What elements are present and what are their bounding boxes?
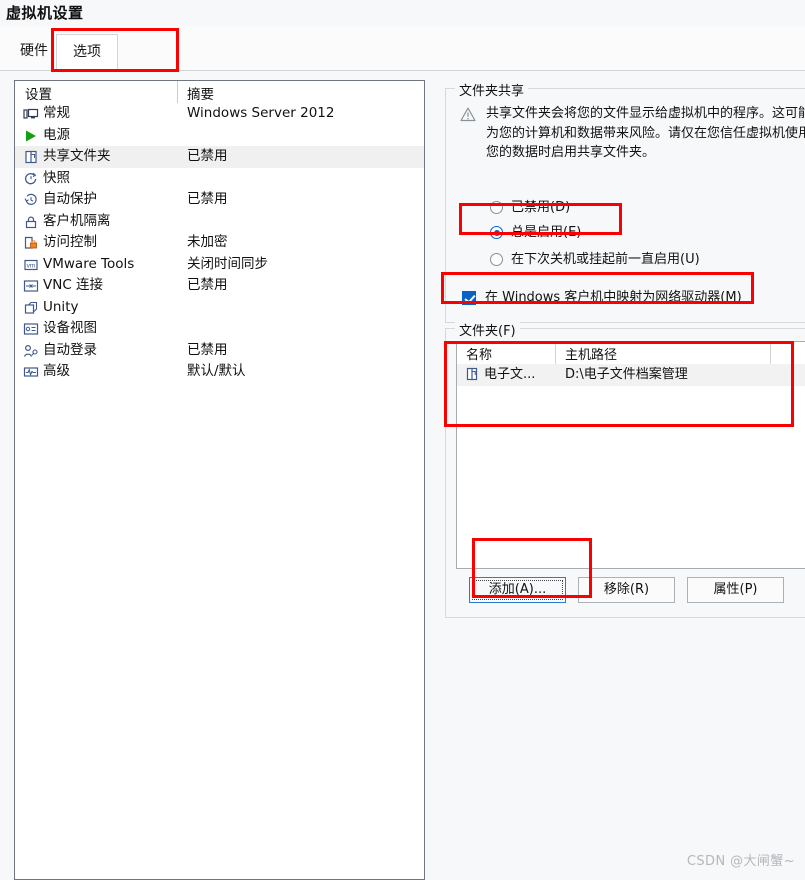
sharing-warning-text: 共享文件夹会将您的文件显示给虚拟机中的程序。这可能为您的计算机和数据带来风险。请… — [486, 106, 805, 160]
settings-row-label: 常规 — [43, 105, 70, 121]
settings-row-advanced[interactable]: 高级 默认/默认 — [15, 361, 424, 383]
auto-login-icon — [23, 343, 39, 359]
clock-icon — [23, 192, 39, 208]
access-lock-icon — [23, 235, 39, 251]
column-header-setting: 设置 — [25, 87, 52, 103]
folders-col-divider-1 — [555, 343, 556, 364]
vm-tools-icon: vm — [23, 257, 39, 273]
svg-text:vm: vm — [27, 262, 36, 269]
properties-button[interactable]: 属性(P) — [687, 577, 784, 603]
warning-triangle-icon — [460, 107, 476, 122]
settings-row-label: 客户机隔离 — [43, 212, 111, 229]
settings-row-label: 电源 — [43, 126, 70, 143]
advanced-icon — [23, 364, 39, 380]
play-icon — [23, 128, 39, 144]
radio-label: 总是启用(E) — [511, 225, 582, 240]
monitor-icon — [23, 106, 39, 122]
radio-indicator — [490, 201, 503, 214]
settings-row-summary: 已禁用 — [187, 148, 228, 164]
settings-row-label: 自动登录 — [43, 341, 97, 358]
options-detail-pane: 文件夹共享 共享文件夹会将您的文件显示给虚拟机中的程序。这可能为您的计算机和数据… — [440, 78, 805, 638]
folders-table[interactable]: 名称 主机路径 电子文... D:\电子文件档案管理 — [456, 341, 805, 569]
settings-row-unity[interactable]: Unity — [15, 297, 424, 319]
settings-row-label: 快照 — [43, 169, 70, 186]
table-row[interactable]: 电子文... D:\电子文件档案管理 — [457, 364, 805, 386]
folders-group: 文件夹(F) 名称 主机路径 电子文... D:\电子文件档案管理 添加(A).… — [445, 320, 805, 618]
window-title: 虚拟机设置 — [6, 4, 84, 22]
settings-row-summary: 已禁用 — [187, 341, 228, 358]
settings-row-access-control[interactable]: 访问控制 未加密 — [15, 232, 424, 254]
settings-row-summary: 默认/默认 — [187, 363, 246, 379]
radio-label: 已禁用(D) — [511, 200, 571, 215]
settings-row-summary: 已禁用 — [187, 277, 228, 293]
column-header-summary: 摘要 — [187, 87, 214, 103]
folders-col-name: 名称 — [466, 348, 493, 363]
snapshot-icon — [23, 171, 39, 187]
column-divider — [177, 81, 178, 103]
settings-row-summary: 已禁用 — [187, 191, 228, 207]
device-view-icon — [23, 321, 39, 337]
settings-row-label: 高级 — [43, 363, 70, 379]
folders-col-hostpath: 主机路径 — [565, 348, 618, 363]
settings-row-label: VMware Tools — [43, 255, 135, 272]
settings-row-label: Unity — [43, 298, 79, 315]
settings-row-label: VNC 连接 — [43, 277, 104, 293]
folder-share-icon — [465, 367, 479, 382]
settings-row-vnc[interactable]: VNC 连接 已禁用 — [15, 275, 424, 297]
radio-label: 在下次关机或挂起前一直启用(U) — [511, 252, 700, 267]
folders-table-header: 名称 主机路径 — [457, 342, 805, 364]
settings-row-auto-login[interactable]: 自动登录 已禁用 — [15, 340, 424, 362]
settings-row-vmware-tools[interactable]: vm VMware Tools 关闭时间同步 — [15, 254, 424, 276]
folder-sharing-group-title: 文件夹共享 — [455, 80, 529, 99]
settings-row-guest-isolation[interactable]: 客户机隔离 — [15, 211, 424, 233]
settings-row-label: 访问控制 — [43, 234, 97, 250]
tab-strip: 硬件 选项 — [0, 26, 805, 71]
vnc-icon — [23, 278, 39, 294]
settings-row-autoprotect[interactable]: 自动保护 已禁用 — [15, 189, 424, 211]
folder-share-icon — [23, 149, 39, 165]
checkbox-indicator — [462, 291, 476, 305]
settings-row-summary: 关闭时间同步 — [187, 255, 268, 272]
folder-sharing-group: 文件夹共享 共享文件夹会将您的文件显示给虚拟机中的程序。这可能为您的计算机和数据… — [445, 80, 805, 323]
radio-indicator — [490, 226, 503, 239]
settings-row-general[interactable]: 常规 Windows Server 2012 — [15, 103, 424, 125]
settings-row-label: 设备视图 — [43, 320, 97, 336]
tab-hardware[interactable]: 硬件 — [4, 34, 64, 70]
settings-row-summary: 未加密 — [187, 234, 228, 250]
settings-list[interactable]: 设置 摘要 常规 Windows Server 2012 电源 共享文件夹 已禁… — [14, 80, 425, 880]
remove-button[interactable]: 移除(R) — [578, 577, 675, 603]
add-button[interactable]: 添加(A)... — [469, 577, 566, 603]
folders-group-title: 文件夹(F) — [455, 320, 520, 339]
folder-name: 电子文... — [484, 367, 536, 382]
settings-row-device-view[interactable]: 设备视图 — [15, 318, 424, 340]
settings-row-snapshot[interactable]: 快照 — [15, 168, 424, 190]
settings-row-label: 共享文件夹 — [43, 148, 111, 164]
folders-col-divider-2 — [770, 343, 771, 364]
checkbox-label: 在 Windows 客户机中映射为网络驱动器(M) — [485, 290, 742, 305]
settings-row-summary: Windows Server 2012 — [187, 105, 335, 121]
settings-row-label: 自动保护 — [43, 191, 97, 207]
folder-host-path: D:\电子文件档案管理 — [565, 367, 688, 382]
watermark: CSDN @大闸蟹~ — [686, 854, 795, 869]
settings-row-power[interactable]: 电源 — [15, 125, 424, 147]
radio-indicator — [490, 253, 503, 266]
tab-options[interactable]: 选项 — [56, 34, 118, 70]
settings-list-header: 设置 摘要 — [15, 81, 424, 103]
lock-icon — [23, 214, 39, 230]
settings-row-shared-folders[interactable]: 共享文件夹 已禁用 — [15, 146, 424, 168]
unity-icon — [23, 300, 39, 316]
